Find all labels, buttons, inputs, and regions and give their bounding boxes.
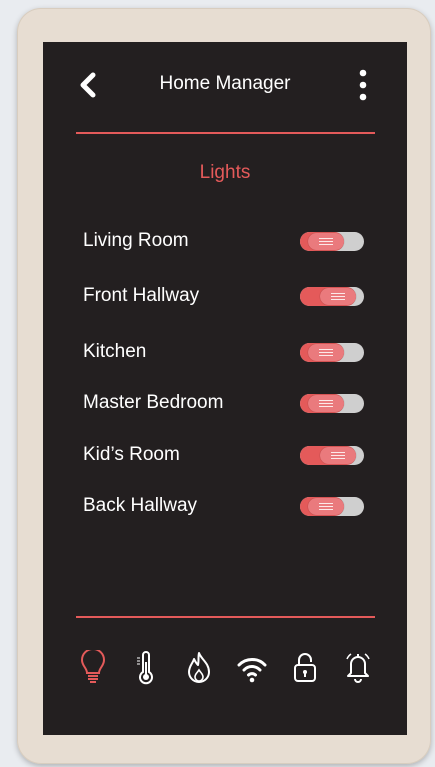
tab-temperature[interactable] [124, 642, 168, 692]
device-frame: Home Manager Lights Living Room Front Hal… [17, 8, 431, 764]
padlock-icon [294, 653, 316, 682]
light-toggle[interactable] [300, 394, 364, 413]
light-label: Kid’s Room [83, 444, 180, 465]
section-title: Lights [199, 162, 251, 183]
tab-heating[interactable] [177, 642, 221, 692]
bottom-tab-bar [71, 642, 381, 692]
footer-divider [76, 616, 375, 618]
thermometer-icon [137, 651, 153, 685]
light-toggle[interactable] [300, 343, 364, 362]
toggle-knob[interactable] [308, 344, 344, 361]
light-label: Kitchen [83, 341, 147, 362]
light-row: Living Room [83, 226, 367, 256]
light-label: Front Hallway [83, 285, 200, 306]
page-title: Home Manager [159, 73, 291, 94]
toggle-knob[interactable] [308, 233, 344, 250]
light-row: Master Bedroom [83, 388, 367, 418]
toggle-knob[interactable] [320, 447, 356, 464]
tab-security[interactable] [283, 642, 327, 692]
light-toggle[interactable] [300, 232, 364, 251]
more-options-button[interactable] [357, 68, 369, 102]
toggle-knob[interactable] [308, 395, 344, 412]
toggle-knob[interactable] [320, 288, 356, 305]
tab-lights[interactable] [71, 642, 115, 692]
light-label: Living Room [83, 230, 189, 251]
header-divider [76, 132, 375, 134]
light-row: Kid’s Room [83, 440, 367, 470]
light-toggle[interactable] [300, 446, 364, 465]
toggle-knob[interactable] [308, 498, 344, 515]
light-label: Master Bedroom [83, 392, 224, 413]
bell-icon [346, 653, 370, 683]
light-toggle[interactable] [300, 497, 364, 516]
light-toggle[interactable] [300, 287, 364, 306]
light-row: Kitchen [83, 337, 367, 367]
light-row: Front Hallway [83, 281, 367, 311]
lightbulb-icon [80, 650, 106, 683]
wifi-icon [237, 658, 267, 683]
light-row: Back Hallway [83, 491, 367, 521]
light-label: Back Hallway [83, 495, 198, 516]
app-screen: Home Manager Lights Living Room Front Hal… [43, 42, 407, 735]
more-vertical-icon [359, 69, 367, 101]
tab-wifi[interactable] [230, 642, 274, 692]
tab-alarm[interactable] [336, 642, 380, 692]
flame-icon [188, 652, 210, 683]
